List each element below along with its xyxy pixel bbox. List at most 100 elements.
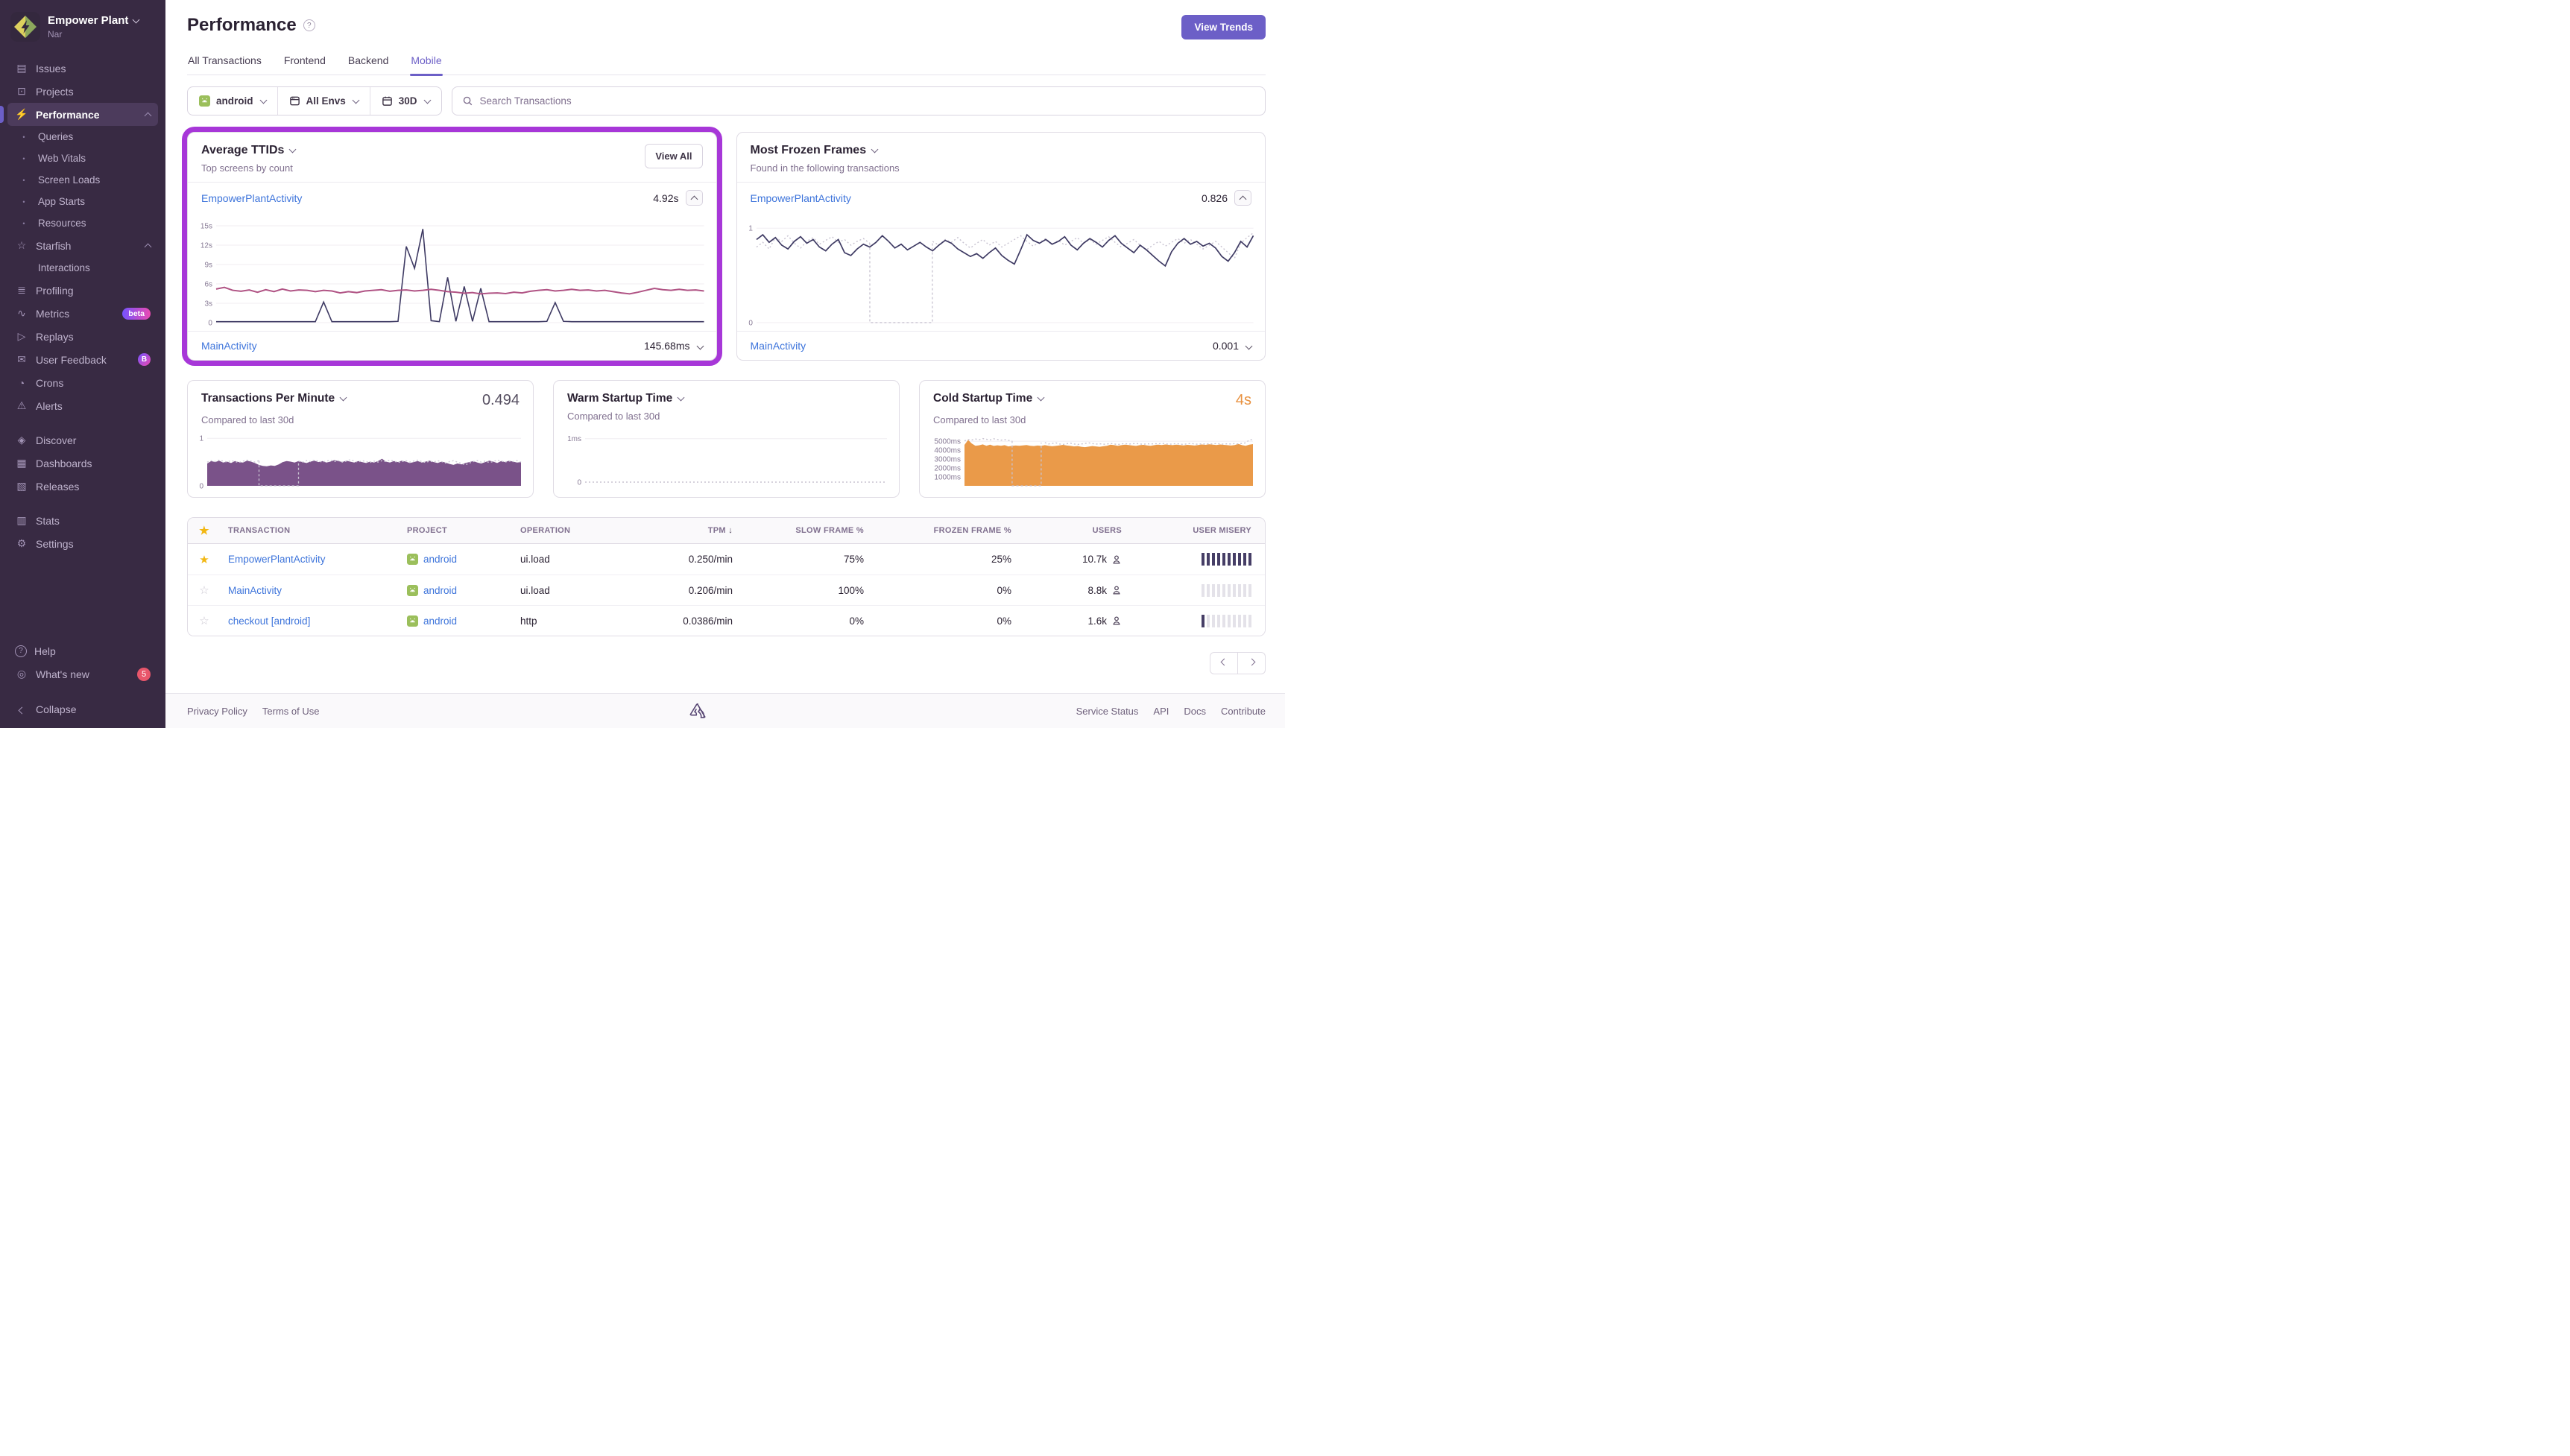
- cold-startup-title[interactable]: Cold Startup Time: [933, 392, 1044, 405]
- transaction-link[interactable]: EmpowerPlantActivity: [751, 192, 851, 204]
- transaction-link[interactable]: EmpowerPlantActivity: [228, 554, 326, 565]
- col-project[interactable]: PROJECT: [400, 526, 513, 535]
- footer-link-api[interactable]: API: [1153, 706, 1169, 717]
- sidebar-item-performance[interactable]: ⚡ Performance: [7, 103, 158, 126]
- sidebar-item-releases[interactable]: ▧ Releases: [7, 475, 158, 498]
- previous-page-button[interactable]: [1210, 652, 1238, 674]
- cold-startup-chart[interactable]: 5000ms4000ms3000ms2000ms1000ms: [929, 431, 1256, 490]
- sidebar-item-settings[interactable]: ⚙ Settings: [7, 532, 158, 555]
- warm-startup-title[interactable]: Warm Startup Time: [567, 392, 683, 405]
- frozen-frames-chart[interactable]: 10: [746, 216, 1257, 326]
- tpm-chart[interactable]: 10: [197, 431, 524, 490]
- sidebar-item-dashboards[interactable]: ▦ Dashboards: [7, 452, 158, 475]
- cold-startup-value: 4s: [1236, 392, 1251, 409]
- gear-icon: ⚙: [15, 537, 28, 550]
- sidebar-item-discover[interactable]: ◈ Discover: [7, 428, 158, 452]
- sidebar-item-starfish[interactable]: ☆ Starfish: [7, 234, 158, 257]
- view-trends-button[interactable]: View Trends: [1181, 15, 1266, 39]
- footer-link-terms[interactable]: Terms of Use: [262, 706, 320, 717]
- sidebar-item-user-feedback[interactable]: ✉ User Feedback B: [7, 348, 158, 371]
- chevron-down-icon: [1245, 343, 1253, 350]
- sidebar-item-alerts[interactable]: ⚠ Alerts: [7, 394, 158, 417]
- sidebar-item-screen-loads[interactable]: • Screen Loads: [7, 169, 158, 191]
- tab-backend[interactable]: Backend: [347, 54, 389, 75]
- transaction-link[interactable]: MainActivity: [751, 340, 806, 352]
- sidebar-item-interactions[interactable]: Interactions: [7, 257, 158, 279]
- ttid-chart[interactable]: 03s6s9s12s15s: [197, 216, 707, 326]
- sidebar-item-web-vitals[interactable]: • Web Vitals: [7, 148, 158, 169]
- average-ttids-title[interactable]: Average TTIDs: [201, 144, 295, 157]
- android-icon: [199, 95, 210, 107]
- col-user-misery[interactable]: USER MISERY: [1129, 526, 1265, 535]
- transaction-link[interactable]: MainActivity: [201, 340, 257, 352]
- tpm-title[interactable]: Transactions Per Minute: [201, 392, 346, 405]
- most-frozen-frames-title[interactable]: Most Frozen Frames: [751, 144, 900, 157]
- star-toggle[interactable]: ★: [199, 554, 209, 566]
- search-input[interactable]: [480, 95, 1255, 107]
- footer-link-contribute[interactable]: Contribute: [1221, 706, 1266, 717]
- environment-filter[interactable]: All Envs: [277, 87, 370, 115]
- megaphone-icon: ✉: [15, 353, 28, 366]
- clock-icon: ◔: [15, 377, 28, 389]
- table-row-checkout-android[interactable]: ☆ checkout [android] android http 0.0386…: [188, 605, 1265, 636]
- tab-mobile[interactable]: Mobile: [410, 54, 442, 75]
- sidebar-item-queries[interactable]: • Queries: [7, 126, 158, 148]
- table-row-mainactivity[interactable]: ☆ MainActivity android ui.load 0.206/min…: [188, 575, 1265, 605]
- tab-frontend[interactable]: Frontend: [283, 54, 326, 75]
- collapse-button[interactable]: [686, 190, 703, 206]
- project-link[interactable]: android: [423, 585, 457, 596]
- star-toggle[interactable]: ☆: [199, 584, 209, 597]
- org-switcher[interactable]: Empower Plant Nar: [0, 9, 165, 49]
- sort-desc-icon: ↓: [728, 526, 733, 535]
- col-tpm[interactable]: TPM ↓: [640, 526, 740, 535]
- col-transaction[interactable]: TRANSACTION: [221, 526, 400, 535]
- expand-button[interactable]: [1246, 339, 1251, 352]
- footer-link-docs[interactable]: Docs: [1184, 706, 1206, 717]
- col-slow-frame[interactable]: SLOW FRAME %: [740, 526, 871, 535]
- svg-text:12s: 12s: [201, 241, 212, 250]
- sidebar-item-crons[interactable]: ◔ Crons: [7, 371, 158, 394]
- next-page-button[interactable]: [1237, 652, 1266, 674]
- footer-link-service-status[interactable]: Service Status: [1076, 706, 1139, 717]
- table-row-empowerplantactivity[interactable]: ★ EmpowerPlantActivity android ui.load 0…: [188, 544, 1265, 575]
- help-icon[interactable]: ?: [303, 19, 315, 31]
- project-filter[interactable]: android: [188, 87, 277, 115]
- chevron-down-icon: [289, 146, 297, 153]
- footer-link-privacy[interactable]: Privacy Policy: [187, 706, 247, 717]
- date-range-filter[interactable]: 30D: [370, 87, 441, 115]
- sidebar-item-app-starts[interactable]: • App Starts: [7, 191, 158, 212]
- collapse-button[interactable]: [1234, 190, 1251, 206]
- badge: B: [138, 353, 151, 366]
- sidebar-item-issues[interactable]: ▤ Issues: [7, 57, 158, 80]
- star-toggle[interactable]: ☆: [199, 615, 209, 627]
- sidebar-collapse-button[interactable]: Collapse: [7, 697, 158, 721]
- col-users[interactable]: USERS: [1019, 526, 1129, 535]
- view-all-button[interactable]: View All: [645, 144, 702, 168]
- project-link[interactable]: android: [423, 554, 457, 565]
- sidebar-item-resources[interactable]: • Resources: [7, 212, 158, 234]
- star-icon[interactable]: ★: [199, 525, 209, 537]
- expand-button[interactable]: [698, 339, 703, 352]
- sidebar-item-whats-new[interactable]: ◎ What's new 5: [7, 662, 158, 686]
- cold-startup-subtitle: Compared to last 30d: [920, 409, 1265, 425]
- sidebar-item-projects[interactable]: ⊡ Projects: [7, 80, 158, 103]
- col-frozen-frame[interactable]: FROZEN FRAME %: [871, 526, 1019, 535]
- svg-text:6s: 6s: [204, 280, 212, 288]
- sidebar-item-stats[interactable]: ▥ Stats: [7, 509, 158, 532]
- sidebar-item-metrics[interactable]: ∿ Metrics beta: [7, 302, 158, 325]
- transaction-link[interactable]: MainActivity: [228, 585, 282, 596]
- svg-text:0: 0: [577, 479, 581, 487]
- lightning-icon: ⚡: [15, 108, 28, 121]
- warm-startup-chart[interactable]: 1ms0: [563, 428, 890, 486]
- transaction-link[interactable]: checkout [android]: [228, 615, 310, 627]
- star-icon: ☆: [15, 239, 28, 252]
- sidebar-item-help[interactable]: ? Help: [7, 639, 158, 662]
- sidebar-item-profiling[interactable]: ≣ Profiling: [7, 279, 158, 302]
- sidebar-item-replays[interactable]: ▷ Replays: [7, 325, 158, 348]
- project-link[interactable]: android: [423, 615, 457, 627]
- col-operation[interactable]: OPERATION: [513, 526, 640, 535]
- transaction-link[interactable]: EmpowerPlantActivity: [201, 192, 302, 204]
- tab-all-transactions[interactable]: All Transactions: [187, 54, 262, 75]
- search-bar: [452, 86, 1266, 115]
- org-subtitle: Nar: [48, 29, 139, 39]
